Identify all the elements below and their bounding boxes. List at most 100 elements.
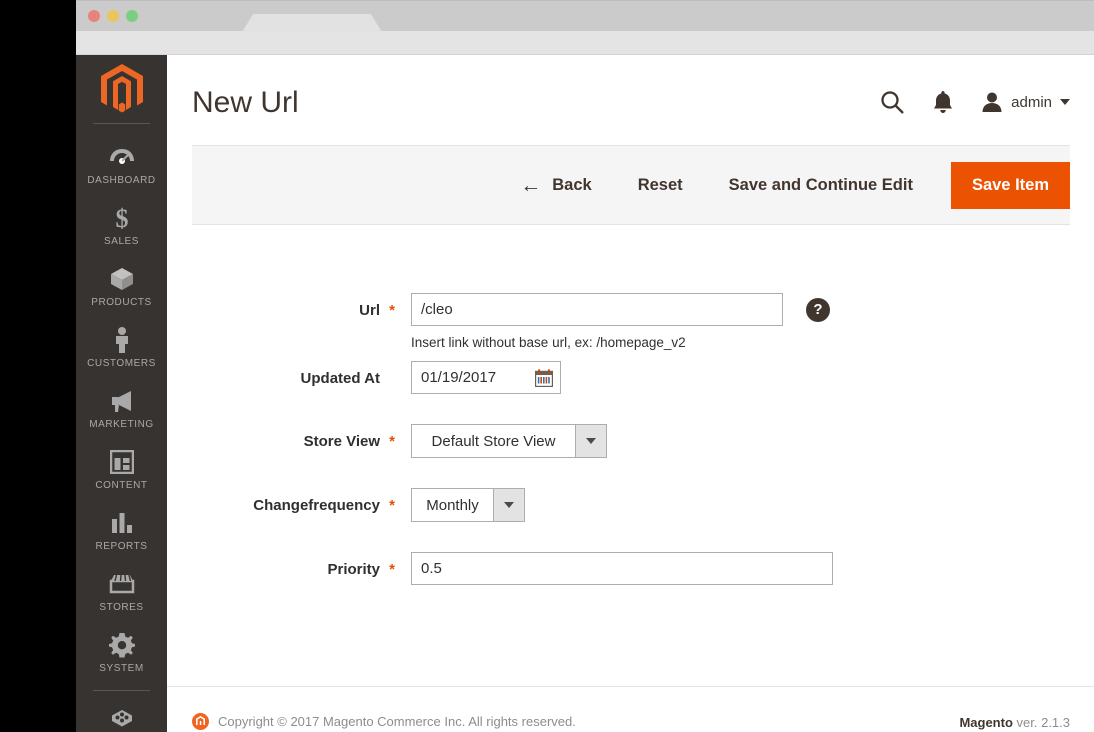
sidebar-item-label: SYSTEM bbox=[99, 663, 144, 674]
search-icon[interactable] bbox=[880, 90, 905, 115]
desktop-background: DASHBOARD $ SALES PRODUCTS CUSTOMERS MAR… bbox=[0, 0, 1094, 732]
changefrequency-control-cell: Monthly bbox=[397, 488, 525, 522]
priority-label-cell: Priority * bbox=[167, 552, 397, 578]
magento-logo[interactable] bbox=[76, 55, 167, 123]
field-row-priority: Priority * bbox=[167, 552, 1094, 585]
url-form: Url * ? Insert link without base url, ex… bbox=[167, 225, 1094, 585]
store-view-label-cell: Store View * bbox=[167, 424, 397, 450]
chevron-down-icon[interactable] bbox=[493, 489, 524, 521]
zoom-window-button[interactable] bbox=[126, 10, 138, 22]
person-icon bbox=[78, 327, 165, 353]
url-field-note: Insert link without base url, ex: /homep… bbox=[411, 335, 686, 350]
magento-admin-app: DASHBOARD $ SALES PRODUCTS CUSTOMERS MAR… bbox=[76, 55, 1094, 732]
sidebar-item-label: CUSTOMERS bbox=[87, 358, 156, 369]
url-label: Url bbox=[359, 302, 380, 319]
sidebar-item-label: STORES bbox=[99, 602, 144, 613]
sidebar-item-label: CONTENT bbox=[95, 480, 148, 491]
bar-chart-icon bbox=[78, 510, 165, 536]
sidebar-item-label: PRODUCTS bbox=[91, 297, 152, 308]
browser-tab[interactable] bbox=[242, 14, 382, 32]
url-required-marker: * bbox=[389, 302, 395, 319]
sidebar-item-sales[interactable]: $ SALES bbox=[76, 196, 167, 257]
magento-logo-icon bbox=[100, 64, 143, 113]
sidebar-item-system[interactable]: SYSTEM bbox=[76, 623, 167, 684]
changefrequency-label-cell: Changefrequency * bbox=[167, 488, 397, 514]
window-controls bbox=[88, 10, 138, 22]
dollar-icon: $ bbox=[78, 205, 165, 231]
page-footer: Copyright © 2017 Magento Commerce Inc. A… bbox=[167, 686, 1094, 732]
sidebar-item-stores[interactable]: STORES bbox=[76, 562, 167, 623]
sidebar-item-label: SALES bbox=[104, 236, 139, 247]
browser-address-toolbar[interactable] bbox=[76, 31, 1094, 55]
sidebar-item-extensions[interactable] bbox=[76, 699, 167, 732]
footer-brand: Magento bbox=[959, 715, 1013, 730]
field-row-changefrequency: Changefrequency * Monthly bbox=[167, 488, 1094, 522]
store-view-required-marker: * bbox=[389, 433, 395, 450]
admin-user-menu[interactable]: admin bbox=[981, 91, 1070, 113]
store-view-control-cell: Default Store View bbox=[397, 424, 607, 458]
footer-copyright: Copyright © 2017 Magento Commerce Inc. A… bbox=[218, 714, 576, 729]
changefrequency-label: Changefrequency bbox=[253, 497, 380, 514]
reset-button[interactable]: Reset bbox=[615, 176, 706, 195]
gear-icon bbox=[78, 632, 165, 658]
updated-at-label-cell: Updated At bbox=[167, 361, 397, 387]
sidebar-item-customers[interactable]: CUSTOMERS bbox=[76, 318, 167, 379]
minimize-window-button[interactable] bbox=[107, 10, 119, 22]
footer-left: Copyright © 2017 Magento Commerce Inc. A… bbox=[192, 713, 576, 730]
updated-at-input[interactable]: 01/19/2017 bbox=[411, 361, 561, 394]
sidebar-item-products[interactable]: PRODUCTS bbox=[76, 257, 167, 318]
priority-input[interactable] bbox=[411, 552, 833, 585]
changefrequency-selected-value: Monthly bbox=[426, 496, 479, 514]
calendar-icon[interactable] bbox=[535, 369, 553, 387]
bell-icon[interactable] bbox=[933, 90, 953, 114]
page-title: New Url bbox=[192, 86, 299, 119]
url-control-cell: ? Insert link without base url, ex: /hom… bbox=[397, 293, 830, 350]
magento-footer-logo-icon bbox=[192, 713, 209, 730]
extensions-icon bbox=[78, 708, 165, 732]
priority-label: Priority bbox=[327, 561, 380, 578]
main-content: New Url admin ← Back Reset Save and Cont… bbox=[167, 55, 1094, 732]
footer-version: Magento ver. 2.1.3 bbox=[959, 715, 1070, 730]
sidebar-item-dashboard[interactable]: DASHBOARD bbox=[76, 135, 167, 196]
updated-at-control-cell: 01/19/2017 bbox=[397, 361, 561, 394]
field-row-url: Url * ? Insert link without base url, ex… bbox=[167, 293, 1094, 350]
storefront-icon bbox=[78, 571, 165, 597]
store-view-select[interactable]: Default Store View bbox=[411, 424, 607, 458]
sidebar-item-content[interactable]: CONTENT bbox=[76, 440, 167, 501]
save-and-continue-label: Save and Continue Edit bbox=[728, 175, 913, 194]
back-arrow-icon: ← bbox=[520, 173, 542, 197]
changefrequency-required-marker: * bbox=[389, 497, 395, 514]
store-view-label: Store View bbox=[303, 433, 380, 450]
user-avatar-icon bbox=[982, 92, 1002, 112]
footer-version-number: ver. 2.1.3 bbox=[1012, 715, 1070, 730]
url-control-line: ? bbox=[411, 293, 830, 326]
changefrequency-select[interactable]: Monthly bbox=[411, 488, 525, 522]
chevron-down-icon bbox=[1060, 99, 1070, 105]
header-actions: admin bbox=[880, 86, 1070, 115]
sidebar-divider bbox=[93, 123, 150, 124]
close-window-button[interactable] bbox=[88, 10, 100, 22]
page-header: New Url admin bbox=[167, 55, 1094, 145]
field-row-updated-at: Updated At 01/19/2017 bbox=[167, 361, 1094, 394]
url-input[interactable] bbox=[411, 293, 783, 326]
help-icon[interactable]: ? bbox=[806, 297, 830, 322]
sidebar-item-reports[interactable]: REPORTS bbox=[76, 501, 167, 562]
sidebar-divider bbox=[93, 690, 150, 691]
back-button-label: Back bbox=[552, 175, 592, 194]
save-item-button[interactable]: Save Item bbox=[950, 161, 1070, 209]
box-icon bbox=[78, 266, 165, 292]
reset-button-label: Reset bbox=[637, 175, 683, 194]
priority-control-cell bbox=[397, 552, 833, 585]
back-button[interactable]: ← Back bbox=[497, 175, 614, 196]
store-view-selected-value: Default Store View bbox=[431, 432, 556, 450]
sidebar-item-label: REPORTS bbox=[95, 541, 148, 552]
browser-titlebar bbox=[76, 0, 1094, 32]
save-and-continue-edit-button[interactable]: Save and Continue Edit bbox=[706, 176, 936, 195]
field-row-store-view: Store View * Default Store View bbox=[167, 424, 1094, 458]
sidebar-item-marketing[interactable]: MARKETING bbox=[76, 379, 167, 440]
dashboard-icon bbox=[78, 144, 165, 170]
sidebar-item-label: MARKETING bbox=[89, 419, 154, 430]
megaphone-icon bbox=[78, 388, 165, 414]
updated-at-label: Updated At bbox=[300, 370, 380, 387]
chevron-down-icon[interactable] bbox=[575, 425, 606, 457]
